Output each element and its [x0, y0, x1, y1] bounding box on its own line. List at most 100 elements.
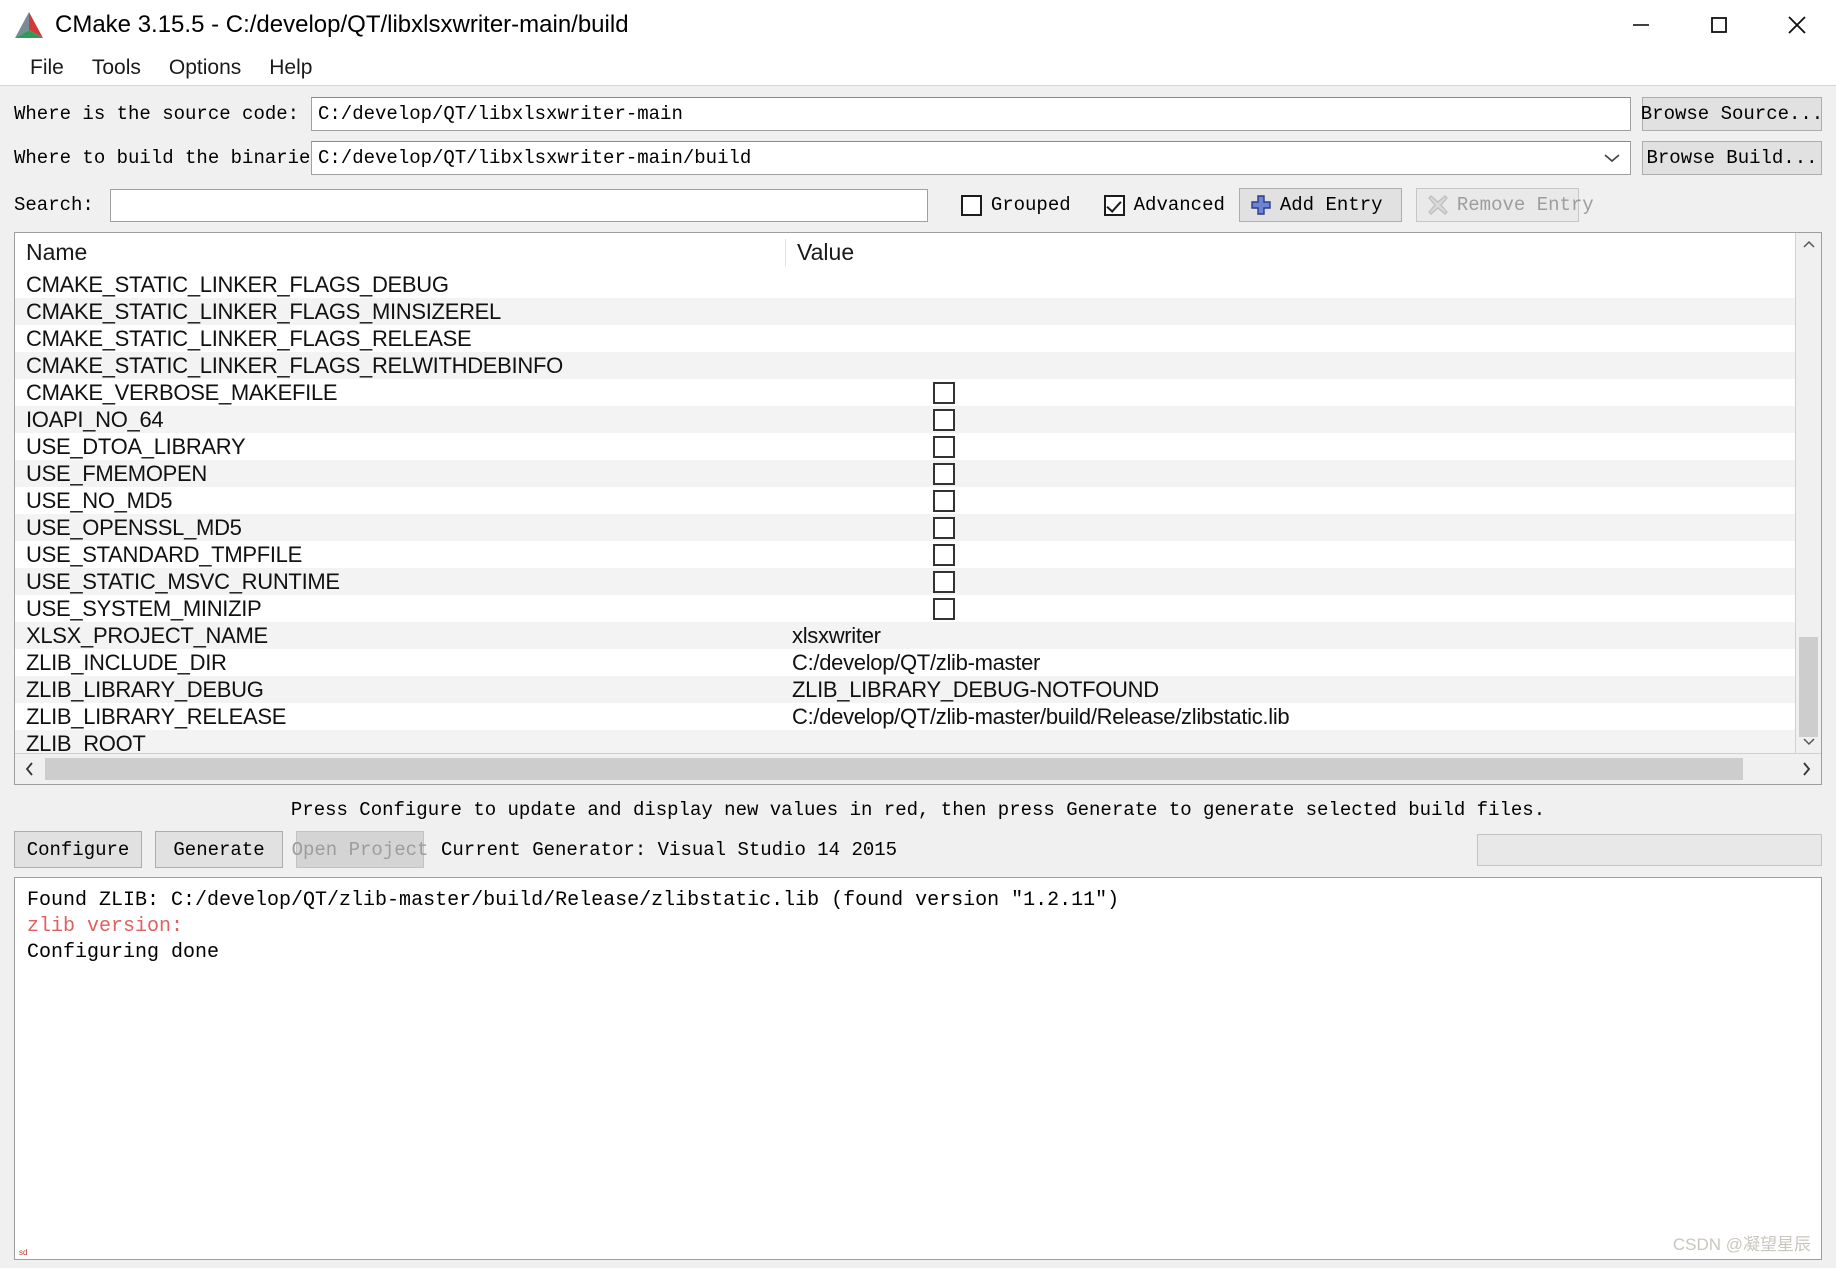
scroll-track[interactable]	[1796, 257, 1821, 737]
table-row[interactable]: IOAPI_NO_64	[15, 406, 1795, 433]
log-line: Found ZLIB: C:/develop/QT/zlib-master/bu…	[27, 889, 1120, 912]
scroll-thumb[interactable]	[1799, 637, 1818, 737]
advanced-checkbox-wrapper[interactable]: Advanced	[1103, 194, 1225, 216]
window-title: CMake 3.15.5 - C:/develop/QT/libxlsxwrit…	[55, 11, 629, 38]
remove-entry-label: Remove Entry	[1456, 194, 1594, 216]
output-log[interactable]: Found ZLIB: C:/develop/QT/zlib-master/bu…	[14, 877, 1822, 1260]
column-header-name[interactable]: Name	[15, 238, 786, 266]
source-path-label: Where is the source code:	[14, 103, 300, 125]
cell-value[interactable]	[786, 516, 1795, 539]
cell-value[interactable]: ZLIB_LIBRARY_DEBUG-NOTFOUND	[786, 677, 1795, 703]
cell-value[interactable]	[786, 462, 1795, 485]
maximize-icon	[1711, 17, 1727, 33]
table-horizontal-scrollbar[interactable]	[15, 753, 1821, 784]
menu-item-options[interactable]: Options	[155, 54, 255, 82]
maximize-button[interactable]	[1680, 0, 1758, 50]
grouped-checkbox[interactable]	[960, 194, 982, 216]
cell-name: USE_STANDARD_TMPFILE	[26, 541, 302, 567]
build-path-value: C:/develop/QT/libxlsxwriter-main/build	[318, 147, 752, 169]
remove-entry-button[interactable]: Remove Entry	[1415, 188, 1594, 222]
scroll-up-button[interactable]	[1796, 233, 1821, 257]
row-checkbox[interactable]	[933, 597, 955, 620]
open-project-button[interactable]: Open Project	[292, 831, 428, 868]
cell-name: ZLIB_INCLUDE_DIR	[26, 649, 227, 675]
table-row[interactable]: XLSX_PROJECT_NAME xlsxwriter	[15, 622, 1795, 649]
cell-value[interactable]: xlsxwriter	[786, 623, 1795, 649]
table-row[interactable]: USE_OPENSSL_MD5	[15, 514, 1795, 541]
row-checkbox[interactable]	[933, 489, 955, 512]
cell-value[interactable]: C:/develop/QT/zlib-master	[786, 650, 1795, 676]
table-row[interactable]: ZLIB_ROOT	[15, 730, 1795, 753]
source-path-input[interactable]: C:/develop/QT/libxlsxwriter-main	[311, 97, 1631, 131]
close-icon	[1788, 16, 1806, 34]
menu-item-file[interactable]: File	[16, 54, 78, 82]
cell-value[interactable]: C:/develop/QT/zlib-master/build/Release/…	[786, 704, 1795, 730]
table-row[interactable]: CMAKE_STATIC_LINKER_FLAGS_RELWITHDEBINFO	[15, 352, 1795, 379]
build-path-combobox[interactable]: C:/develop/QT/libxlsxwriter-main/build	[311, 141, 1631, 175]
table-vertical-scrollbar[interactable]	[1795, 233, 1821, 753]
cell-name: USE_DTOA_LIBRARY	[26, 433, 246, 459]
add-entry-label: Add Entry	[1279, 194, 1383, 216]
row-checkbox[interactable]	[933, 381, 955, 404]
table-row[interactable]: CMAKE_STATIC_LINKER_FLAGS_DEBUG	[15, 271, 1795, 298]
add-entry-button[interactable]: Add Entry	[1238, 188, 1402, 222]
table-row[interactable]: CMAKE_VERBOSE_MAKEFILE	[15, 379, 1795, 406]
menu-item-help[interactable]: Help	[255, 54, 326, 82]
browse-source-button[interactable]: Browse Source...	[1641, 97, 1823, 131]
row-checkbox[interactable]	[933, 543, 955, 566]
advanced-checkbox[interactable]	[1103, 194, 1125, 216]
cmake-logo-icon	[15, 12, 43, 38]
scroll-thumb-horizontal[interactable]	[45, 758, 1743, 780]
minimize-button[interactable]	[1602, 0, 1680, 50]
table-row[interactable]: USE_SYSTEM_MINIZIP	[15, 595, 1795, 622]
cell-value[interactable]	[786, 381, 1795, 404]
table-row[interactable]: USE_STANDARD_TMPFILE	[15, 541, 1795, 568]
table-row[interactable]: USE_DTOA_LIBRARY	[15, 433, 1795, 460]
scroll-left-button[interactable]	[15, 754, 45, 784]
scroll-right-button[interactable]	[1791, 754, 1821, 784]
cell-name: USE_FMEMOPEN	[26, 460, 207, 486]
configure-button[interactable]: Configure	[14, 831, 142, 868]
table-scroll-area: Name Value CMAKE_STATIC_LINKER_FLAGS_DEB…	[15, 233, 1821, 753]
table-row[interactable]: ZLIB_INCLUDE_DIR C:/develop/QT/zlib-mast…	[15, 649, 1795, 676]
search-input[interactable]	[109, 188, 928, 222]
cell-name: CMAKE_STATIC_LINKER_FLAGS_MINSIZEREL	[26, 298, 501, 324]
source-path-value: C:/develop/QT/libxlsxwriter-main	[318, 103, 683, 125]
row-checkbox[interactable]	[933, 435, 955, 458]
table-row[interactable]: USE_STATIC_MSVC_RUNTIME	[15, 568, 1795, 595]
menu-bar: File Tools Options Help	[0, 50, 1836, 86]
generate-button[interactable]: Generate	[155, 831, 283, 868]
browse-build-button[interactable]: Browse Build...	[1642, 141, 1822, 175]
cell-value[interactable]	[786, 543, 1795, 566]
grouped-checkbox-wrapper[interactable]: Grouped	[960, 194, 1071, 216]
build-path-row: Where to build the binaries: C:/develop/…	[14, 141, 1822, 175]
cell-value[interactable]	[786, 597, 1795, 620]
cell-name: CMAKE_STATIC_LINKER_FLAGS_DEBUG	[26, 271, 449, 297]
close-button[interactable]	[1758, 0, 1836, 50]
menu-item-tools[interactable]: Tools	[78, 54, 155, 82]
row-checkbox[interactable]	[933, 462, 955, 485]
chevron-down-icon[interactable]	[1602, 142, 1622, 174]
search-label: Search:	[14, 194, 94, 216]
build-path-label: Where to build the binaries:	[14, 147, 334, 169]
table-row[interactable]: CMAKE_STATIC_LINKER_FLAGS_MINSIZEREL	[15, 298, 1795, 325]
status-hint: Press Configure to update and display ne…	[290, 799, 1546, 821]
cell-value[interactable]	[786, 408, 1795, 431]
row-checkbox[interactable]	[933, 570, 955, 593]
chevron-right-icon	[1803, 762, 1811, 776]
table-row[interactable]: USE_FMEMOPEN	[15, 460, 1795, 487]
cell-name: USE_STATIC_MSVC_RUNTIME	[26, 568, 340, 594]
row-checkbox[interactable]	[933, 408, 955, 431]
cell-value[interactable]	[786, 435, 1795, 458]
table-row[interactable]: USE_NO_MD5	[15, 487, 1795, 514]
scroll-track-horizontal[interactable]	[45, 754, 1791, 784]
cell-value[interactable]	[786, 570, 1795, 593]
table-row[interactable]: ZLIB_LIBRARY_DEBUG ZLIB_LIBRARY_DEBUG-NO…	[15, 676, 1795, 703]
row-checkbox[interactable]	[933, 516, 955, 539]
cell-value[interactable]	[786, 489, 1795, 512]
chevron-left-icon	[25, 762, 33, 776]
table-body: Name Value CMAKE_STATIC_LINKER_FLAGS_DEB…	[15, 233, 1795, 753]
table-row[interactable]: ZLIB_LIBRARY_RELEASE C:/develop/QT/zlib-…	[15, 703, 1795, 730]
table-row[interactable]: CMAKE_STATIC_LINKER_FLAGS_RELEASE	[15, 325, 1795, 352]
column-header-value[interactable]: Value	[786, 239, 1795, 266]
